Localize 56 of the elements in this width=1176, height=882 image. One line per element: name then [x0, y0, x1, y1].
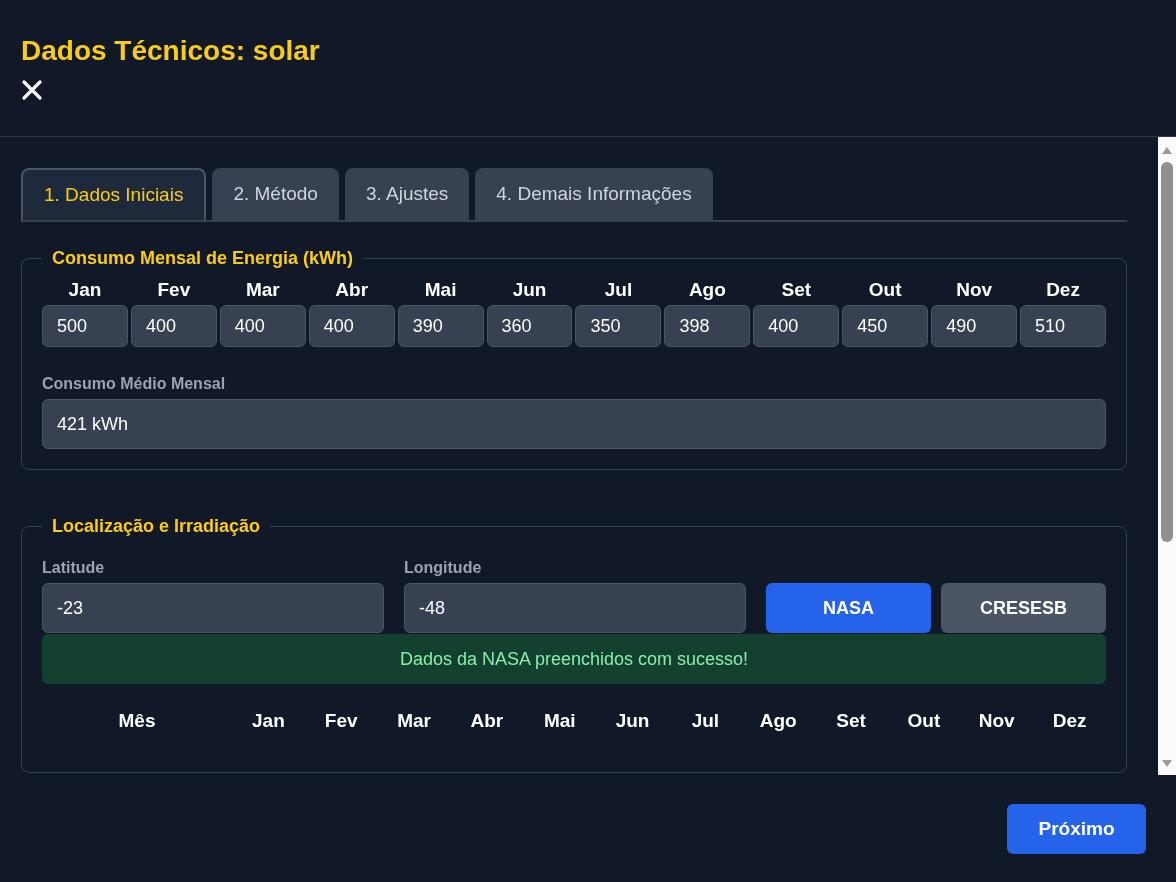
column-header: Abr: [469, 710, 505, 732]
tab[interactable]: 3. Ajustes: [344, 168, 470, 220]
column-header: Jan: [251, 710, 286, 732]
tab[interactable]: 4. Demais Informações: [475, 168, 713, 220]
month-input[interactable]: 390: [397, 305, 484, 347]
dialog-title: Dados Técnicos: solar: [21, 35, 321, 67]
month-input[interactable]: 400: [219, 305, 306, 347]
column-header: Out: [906, 710, 942, 732]
fetch-button[interactable]: NASA: [766, 583, 931, 633]
next-button[interactable]: Próximo: [1007, 803, 1146, 854]
field-label: Longitude: [404, 559, 483, 577]
month-input[interactable]: 400: [753, 305, 840, 347]
month-label: Jun: [511, 278, 548, 301]
month-label: Fev: [156, 278, 192, 301]
field-label: Consumo Médio Mensal: [42, 375, 227, 393]
column-header: Mês: [117, 710, 157, 732]
column-header: Fev: [323, 710, 359, 732]
month-input[interactable]: 500: [42, 305, 128, 347]
average-field[interactable]: 421 kWh: [42, 399, 1106, 449]
section-title: Localização e Irradiação: [51, 516, 262, 537]
column-header: Jul: [690, 710, 721, 732]
section-title: Consumo Mensal de Energia (kWh): [51, 248, 355, 269]
month-input[interactable]: 400: [130, 305, 217, 347]
latitude-field[interactable]: -23: [42, 583, 384, 633]
month-label: Jan: [67, 278, 103, 301]
month-label: Out: [867, 278, 903, 301]
source-button[interactable]: CRESESB: [941, 583, 1106, 633]
month-label: Nov: [955, 278, 994, 301]
column-header: Mar: [396, 710, 432, 732]
month-label: Abr: [334, 278, 370, 301]
tab[interactable]: 1. Dados Iniciais: [21, 168, 207, 220]
month-input[interactable]: 510: [1020, 305, 1106, 347]
close-icon: [21, 79, 43, 101]
month-label: Jul: [603, 278, 634, 301]
column-header: Dez: [1051, 710, 1088, 732]
month-input[interactable]: 450: [842, 305, 929, 347]
month-input[interactable]: 360: [486, 305, 573, 347]
month-label: Mar: [244, 278, 281, 301]
month-input[interactable]: 350: [575, 305, 662, 347]
month-label: Mai: [423, 278, 458, 301]
column-header: Ago: [758, 710, 798, 732]
month-label: Set: [780, 278, 813, 301]
month-label: Dez: [1045, 278, 1081, 301]
month-input[interactable]: 398: [664, 305, 751, 347]
month-label: Ago: [687, 278, 727, 301]
month-input[interactable]: 400: [308, 305, 395, 347]
month-input[interactable]: 490: [931, 305, 1018, 347]
column-header: Set: [835, 710, 867, 732]
success-message: Dados da NASA preenchidos com sucesso!: [42, 634, 1106, 684]
column-header: Nov: [977, 710, 1016, 732]
field-label: Latitude: [42, 559, 106, 577]
column-header: Mai: [542, 710, 577, 732]
close-button[interactable]: [21, 79, 43, 101]
column-header: Jun: [614, 710, 651, 732]
longitude-field[interactable]: -48: [404, 583, 746, 633]
tab[interactable]: 2. Método: [212, 168, 339, 220]
